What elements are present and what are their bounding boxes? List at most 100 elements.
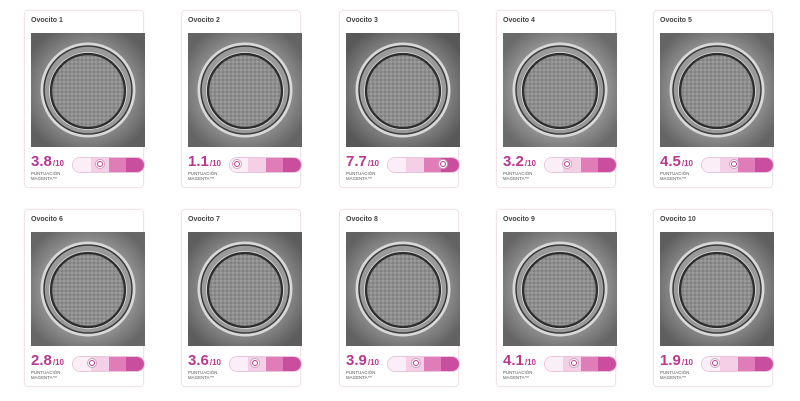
score-row: 4.1/10 PUNTUACIÓN MAGENTA™ — [503, 352, 617, 383]
score-caption: PUNTUACIÓN MAGENTA™ — [503, 171, 533, 181]
magenta-score: 3.9/10 — [346, 352, 379, 369]
score-marker-icon — [94, 159, 105, 169]
oocyte-image — [346, 33, 460, 147]
oocyte-card[interactable]: Ovocito 2 1.1/10 PUNTUACIÓN MAGENTA™ — [181, 10, 302, 188]
card-title: Ovocito 8 — [346, 216, 378, 223]
bar-segment — [423, 357, 442, 371]
score-bar — [544, 356, 617, 372]
card-title: Ovocito 7 — [188, 216, 220, 223]
bar-segment — [598, 158, 616, 172]
oocyte-card[interactable]: Ovocito 9 4.1/10 PUNTUACIÓN MAGENTA™ — [496, 209, 617, 387]
oocyte-micrograph — [503, 232, 617, 346]
score-row: 7.7/10 PUNTUACIÓN MAGENTA™ — [346, 153, 460, 184]
score-marker-icon — [232, 159, 242, 169]
oocyte-image — [31, 33, 145, 147]
score-bar — [387, 356, 460, 372]
oocyte-image — [188, 232, 302, 346]
magenta-score: 4.5/10 — [660, 153, 693, 170]
score-row: 4.5/10 PUNTUACIÓN MAGENTA™ — [660, 153, 774, 184]
card-title: Ovocito 9 — [503, 216, 535, 223]
oocyte-card[interactable]: Ovocito 3 7.7/10 PUNTUACIÓN MAGENTA™ — [339, 10, 460, 188]
score-row: 3.8/10 PUNTUACIÓN MAGENTA™ — [31, 154, 145, 184]
oocyte-card[interactable]: Ovocito 6 2.8/10 PUNTUACIÓN MAGENTA™ — [24, 209, 145, 387]
bar-segment — [108, 158, 127, 172]
score-marker-icon — [728, 159, 739, 169]
oocyte-image — [188, 33, 302, 147]
score-row: 3.9/10 PUNTUACIÓN MAGENTA™ — [346, 352, 460, 383]
oocyte-micrograph — [346, 232, 460, 346]
score-caption: PUNTUACIÓN MAGENTA™ — [346, 370, 376, 380]
oocyte-image — [503, 33, 617, 147]
oocyte-card[interactable]: Ovocito 4 3.2/10 PUNTUACIÓN MAGENTA™ — [496, 10, 617, 188]
bar-segment — [755, 357, 773, 371]
score-bar — [229, 356, 302, 372]
bar-segment — [230, 357, 248, 371]
bar-segment — [580, 158, 599, 172]
bar-segment — [73, 158, 91, 172]
magenta-score: 4.1/10 — [503, 352, 536, 369]
oocyte-card[interactable]: Ovocito 7 3.6/10 PUNTUACIÓN MAGENTA™ — [181, 209, 302, 387]
card-title: Ovocito 2 — [188, 17, 220, 24]
oocyte-card[interactable]: Ovocito 5 4.5/10 PUNTUACIÓN MAGENTA™ — [653, 10, 774, 188]
bar-segment — [719, 357, 738, 371]
card-title: Ovocito 10 — [660, 216, 696, 223]
score-caption: PUNTUACIÓN MAGENTA™ — [31, 171, 61, 181]
score-bar — [387, 157, 460, 173]
oocyte-image — [31, 232, 145, 346]
card-title: Ovocito 3 — [346, 17, 378, 24]
magenta-score: 3.2/10 — [503, 153, 536, 170]
score-row: 3.2/10 PUNTUACIÓN MAGENTA™ — [503, 153, 617, 184]
score-bar — [72, 157, 145, 173]
score-row: 2.8/10 PUNTUACIÓN MAGENTA™ — [31, 352, 145, 383]
magenta-score: 7.7/10 — [346, 153, 379, 170]
score-bar — [544, 157, 617, 173]
oocyte-micrograph — [503, 33, 617, 147]
bar-segment — [405, 158, 424, 172]
score-row: 1.9/10 PUNTUACIÓN MAGENTA™ — [660, 352, 774, 383]
bar-segment — [265, 158, 284, 172]
oocyte-image — [660, 232, 774, 346]
oocyte-card[interactable]: Ovocito 10 1.9/10 PUNTUACIÓN MAGENTA™ — [653, 209, 774, 387]
oocyte-card[interactable]: Ovocito 1 3.8/10 PUNTUACIÓN MAGENTA™ — [24, 10, 145, 188]
bar-segment — [283, 357, 301, 371]
oocyte-image — [660, 33, 774, 147]
magenta-score: 1.9/10 — [660, 352, 693, 369]
bar-segment — [265, 357, 284, 371]
oocyte-micrograph — [660, 33, 774, 147]
bar-segment — [755, 158, 773, 172]
oocyte-micrograph — [31, 33, 145, 147]
card-title: Ovocito 4 — [503, 17, 535, 24]
score-row: 3.6/10 PUNTUACIÓN MAGENTA™ — [188, 352, 302, 383]
bar-segment — [598, 357, 616, 371]
bar-segment — [545, 357, 563, 371]
card-title: Ovocito 5 — [660, 17, 692, 24]
card-title: Ovocito 1 — [31, 17, 63, 24]
bar-segment — [580, 357, 599, 371]
bar-segment — [545, 158, 563, 172]
score-caption: PUNTUACIÓN MAGENTA™ — [346, 171, 376, 181]
score-marker-icon — [410, 358, 421, 368]
oocyte-grid: Ovocito 1 3.8/10 PUNTUACIÓN MAGENTA™ Ovo… — [0, 0, 800, 401]
oocyte-micrograph — [346, 33, 460, 147]
score-caption: PUNTUACIÓN MAGENTA™ — [660, 370, 690, 380]
oocyte-card[interactable]: Ovocito 8 3.9/10 PUNTUACIÓN MAGENTA™ — [339, 209, 460, 387]
score-marker-icon — [709, 358, 720, 368]
bar-segment — [126, 357, 144, 371]
score-caption: PUNTUACIÓN MAGENTA™ — [188, 171, 218, 181]
score-row: 1.1/10 PUNTUACIÓN MAGENTA™ — [188, 154, 302, 184]
magenta-score: 2.8/10 — [31, 352, 64, 369]
score-caption: PUNTUACIÓN MAGENTA™ — [660, 171, 690, 181]
bar-segment — [108, 357, 127, 371]
card-title: Ovocito 6 — [31, 216, 63, 223]
bar-segment — [126, 158, 144, 172]
oocyte-image — [503, 232, 617, 346]
magenta-score: 3.6/10 — [188, 352, 221, 369]
score-caption: PUNTUACIÓN MAGENTA™ — [503, 370, 533, 380]
bar-segment — [283, 158, 301, 172]
bar-segment — [388, 158, 406, 172]
oocyte-micrograph — [31, 232, 145, 346]
bar-segment — [247, 158, 266, 172]
score-marker-icon — [568, 358, 579, 368]
score-caption: PUNTUACIÓN MAGENTA™ — [188, 370, 218, 380]
bar-segment — [441, 357, 459, 371]
